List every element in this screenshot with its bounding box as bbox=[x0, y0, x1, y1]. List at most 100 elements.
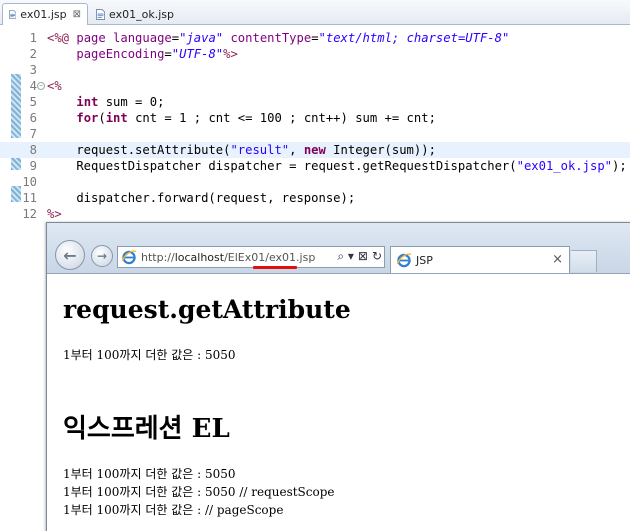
line-number: 1 bbox=[29, 31, 37, 45]
code-token: <% bbox=[47, 79, 62, 93]
code-line[interactable]: 8 request.setAttribute("result", new Int… bbox=[0, 142, 630, 158]
address-bar[interactable]: http://localhost/ElEx01/ex01.jsp ⌕ ▾ ⊠ ↻ bbox=[117, 246, 385, 268]
code-token: ); bbox=[612, 159, 627, 173]
browser-window: ← → http://localhost/ElEx01/ex01.jsp ⌕ ▾… bbox=[46, 222, 630, 531]
code-token: , bbox=[289, 143, 304, 157]
result-line-requestscope: 1부터 100까지 더한 값은 : 5050 // requestScope bbox=[63, 485, 335, 499]
code-token: int bbox=[105, 111, 128, 125]
heading-expression-el: 익스프레션 EL bbox=[63, 414, 230, 444]
code-token: int bbox=[76, 95, 99, 109]
code-token: "UTF-8" bbox=[171, 47, 224, 61]
code-token: dispatcher.forward(request, response); bbox=[47, 191, 356, 205]
address-bar-tools: ⌕ ▾ ⊠ ↻ bbox=[337, 249, 382, 264]
line-number: 5 bbox=[29, 95, 37, 109]
code-text: for(int cnt = 1 ; cnt <= 100 ; cnt++) su… bbox=[47, 110, 436, 126]
code-line[interactable]: 2 pageEncoding="UTF-8"%> bbox=[0, 46, 630, 62]
code-text: <%@ page language="java" contentType="te… bbox=[47, 30, 509, 46]
code-line[interactable]: 6 for(int cnt = 1 ; cnt <= 100 ; cnt++) … bbox=[0, 110, 630, 126]
result-line-pagescope: 1부터 100까지 더한 값은 : // pageScope bbox=[63, 503, 284, 517]
code-text: request.setAttribute("result", new Integ… bbox=[47, 142, 436, 158]
tab-ex01-ok-jsp[interactable]: ex01_ok.jsp bbox=[90, 3, 180, 25]
close-tab-icon[interactable]: ⊠ bbox=[73, 9, 81, 20]
result-line-2: 1부터 100까지 더한 값은 : 5050 bbox=[63, 467, 236, 481]
tab-ex01-jsp[interactable]: ex01.jsp ⊠ bbox=[2, 3, 88, 25]
code-line[interactable]: 12 %> bbox=[0, 206, 630, 222]
ie-logo-icon bbox=[121, 250, 137, 265]
code-line[interactable]: 11 dispatcher.forward(request, response)… bbox=[0, 190, 630, 206]
close-tab-icon[interactable]: × bbox=[552, 252, 563, 267]
code-token: <%@ bbox=[47, 31, 77, 45]
result-line-1: 1부터 100까지 더한 값은 : 5050 bbox=[63, 348, 236, 362]
browser-tab-jsp[interactable]: JSP × bbox=[390, 246, 570, 273]
code-token: Integer(sum)); bbox=[325, 143, 436, 157]
code-text: RequestDispatcher dispatcher = request.g… bbox=[47, 158, 627, 174]
code-token: = bbox=[164, 47, 172, 61]
code-token: pageEncoding bbox=[76, 47, 165, 61]
code-line[interactable]: 3 bbox=[0, 62, 630, 78]
code-line[interactable]: 5 int sum = 0; bbox=[0, 94, 630, 110]
line-number: 12 bbox=[22, 207, 37, 221]
tab-label: ex01_ok.jsp bbox=[109, 7, 174, 21]
code-token: = bbox=[171, 31, 180, 45]
code-token: request.setAttribute( bbox=[47, 143, 231, 157]
line-number: 10 bbox=[22, 175, 37, 189]
code-editor[interactable]: 1 <%@ page language="java" contentType="t… bbox=[0, 26, 630, 221]
back-button[interactable]: ← bbox=[55, 240, 85, 270]
code-token: "java" bbox=[179, 31, 224, 45]
jsp-file-icon bbox=[9, 10, 17, 19]
editor-tab-bar: ex01.jsp ⊠ ex01_ok.jsp bbox=[0, 0, 630, 25]
page-content: request.getAttribute 1부터 100까지 더한 값은 : 5… bbox=[63, 275, 630, 531]
browser-toolbar: ← → http://localhost/ElEx01/ex01.jsp ⌕ ▾… bbox=[47, 223, 630, 274]
tab-label: ex01.jsp bbox=[20, 8, 67, 21]
code-token: page bbox=[76, 31, 114, 45]
refresh-icon[interactable]: ↻ bbox=[372, 249, 382, 264]
line-number: 7 bbox=[29, 127, 37, 141]
url-annotation-underline bbox=[253, 266, 297, 269]
code-token: contentType bbox=[230, 31, 312, 45]
code-token: %> bbox=[47, 207, 62, 221]
line-number: 4 bbox=[29, 79, 37, 93]
code-token: %> bbox=[223, 47, 238, 61]
heading-getattribute: request.getAttribute bbox=[63, 295, 351, 324]
code-line[interactable]: 9 RequestDispatcher dispatcher = request… bbox=[0, 158, 630, 174]
forward-arrow-icon: → bbox=[96, 249, 108, 263]
code-token: for bbox=[76, 111, 99, 125]
code-token: "ex01_ok.jsp" bbox=[516, 159, 612, 173]
search-dropdown-icon[interactable]: ⌕ ▾ bbox=[337, 249, 354, 264]
back-arrow-icon: ← bbox=[63, 245, 77, 265]
line-number: 11 bbox=[22, 191, 37, 205]
code-line[interactable]: 7 bbox=[0, 126, 630, 142]
ie-logo-icon bbox=[396, 253, 412, 268]
code-token: new bbox=[303, 143, 326, 157]
code-token: sum = 0; bbox=[98, 95, 165, 109]
line-number: 3 bbox=[29, 63, 37, 77]
fold-toggle-icon[interactable]: − bbox=[37, 82, 45, 90]
line-number: 2 bbox=[29, 47, 37, 61]
code-token: cnt = 1 ; cnt <= 100 ; cnt++) sum += cnt… bbox=[127, 111, 436, 125]
code-line[interactable]: 4− <% bbox=[0, 78, 630, 94]
browser-tab-title: JSP bbox=[416, 253, 433, 267]
line-number: 6 bbox=[29, 111, 37, 125]
url-text[interactable]: http://localhost/ElEx01/ex01.jsp bbox=[141, 251, 315, 264]
code-text: <% bbox=[47, 78, 62, 94]
code-token: "result" bbox=[230, 143, 290, 157]
compat-view-icon[interactable]: ⊠ bbox=[358, 249, 368, 264]
code-token: language bbox=[113, 31, 172, 45]
code-text: int sum = 0; bbox=[47, 94, 164, 110]
code-text: %> bbox=[47, 206, 62, 222]
code-token: = bbox=[311, 31, 319, 45]
new-tab-button[interactable] bbox=[571, 250, 597, 272]
code-line[interactable]: 1 <%@ page language="java" contentType="t… bbox=[0, 30, 630, 46]
jsp-file-icon bbox=[96, 8, 106, 20]
code-token: RequestDispatcher dispatcher = request.g… bbox=[47, 159, 517, 173]
code-text: dispatcher.forward(request, response); bbox=[47, 190, 355, 206]
code-line[interactable]: 10 bbox=[0, 174, 630, 190]
line-number: 9 bbox=[29, 159, 37, 173]
forward-button[interactable]: → bbox=[91, 245, 113, 267]
code-token: ( bbox=[98, 111, 106, 125]
code-text: pageEncoding="UTF-8"%> bbox=[47, 46, 238, 62]
code-token: "text/html; charset=UTF-8" bbox=[318, 31, 510, 45]
